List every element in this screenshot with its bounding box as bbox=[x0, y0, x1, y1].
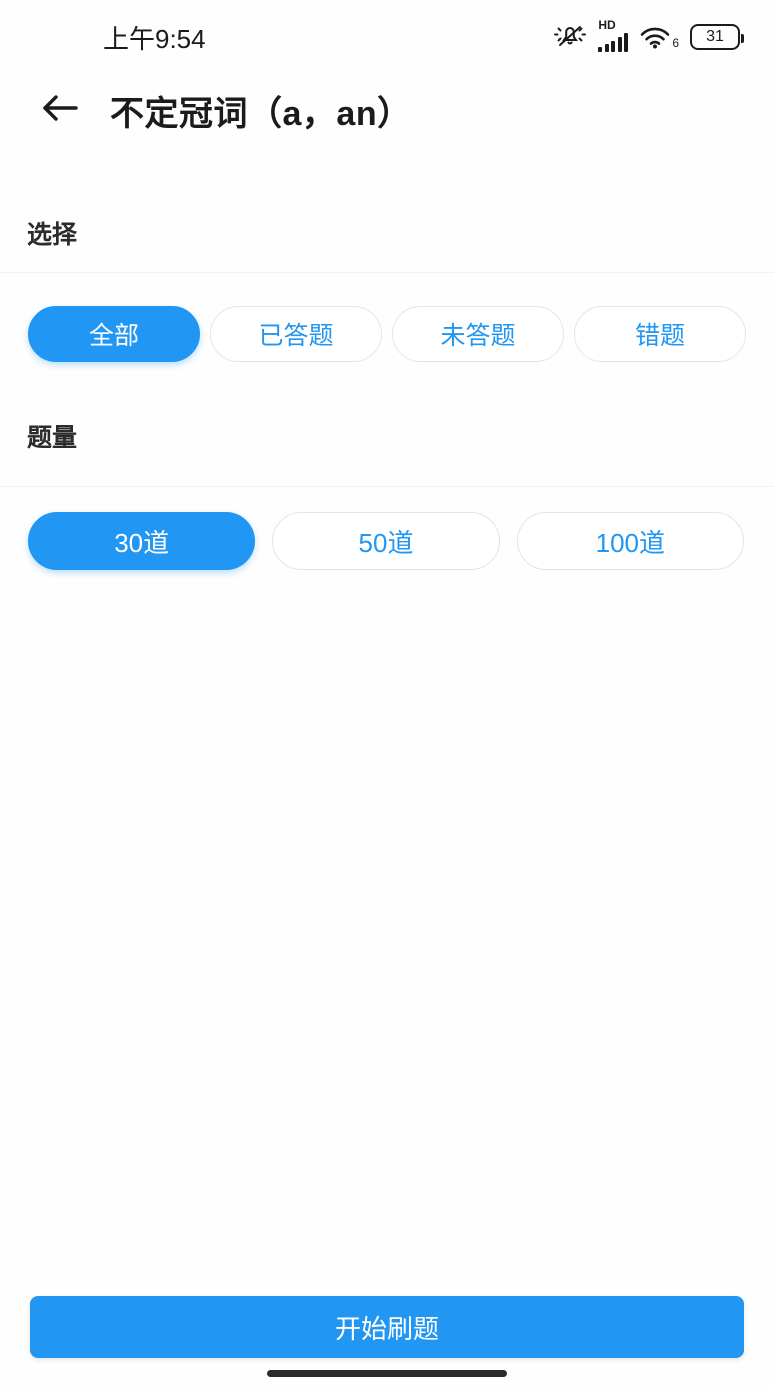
signal-strength bbox=[598, 33, 629, 52]
status-icons: HD 6 31 bbox=[553, 18, 744, 54]
filter-chip-unanswered[interactable]: 未答题 bbox=[392, 306, 564, 362]
back-arrow-icon bbox=[39, 91, 81, 130]
divider bbox=[0, 272, 774, 273]
filter-chip-wrong[interactable]: 错题 bbox=[574, 306, 746, 362]
count-chip-100[interactable]: 100道 bbox=[516, 512, 744, 570]
status-time: 上午9:54 bbox=[103, 23, 206, 54]
home-indicator[interactable] bbox=[267, 1370, 507, 1377]
filter-chip-all[interactable]: 全部 bbox=[28, 306, 200, 362]
bell-muted-icon bbox=[553, 21, 587, 54]
status-bar: 上午9:54 HD 6 31 bbox=[0, 0, 774, 74]
wifi-generation-label: 6 bbox=[672, 36, 679, 50]
filter-chip-group: 全部 已答题 未答题 错题 bbox=[28, 306, 746, 362]
section-label-select: 选择 bbox=[27, 221, 78, 249]
count-chip-50[interactable]: 50道 bbox=[272, 512, 500, 570]
back-button[interactable] bbox=[22, 74, 98, 146]
app-screen: 上午9:54 HD 6 31 不定冠词（a，an） 选择 全部 已答题 未答题 … bbox=[0, 0, 774, 1387]
battery-level-label: 31 bbox=[706, 28, 724, 45]
count-chip-30[interactable]: 30道 bbox=[28, 512, 256, 570]
wifi-icon: 6 bbox=[639, 24, 679, 50]
count-chip-group: 30道 50道 100道 bbox=[28, 512, 744, 570]
app-header: 不定冠词（a，an） bbox=[0, 74, 774, 146]
filter-chip-answered[interactable]: 已答题 bbox=[210, 306, 382, 362]
divider bbox=[0, 486, 774, 487]
start-practice-button[interactable]: 开始刷题 bbox=[30, 1296, 744, 1358]
page-title: 不定冠词（a，an） bbox=[110, 94, 412, 133]
battery-icon: 31 bbox=[690, 24, 744, 50]
section-label-count: 题量 bbox=[27, 424, 78, 452]
signal-bars-icon: HD bbox=[598, 18, 629, 52]
network-type-label: HD bbox=[598, 18, 616, 32]
